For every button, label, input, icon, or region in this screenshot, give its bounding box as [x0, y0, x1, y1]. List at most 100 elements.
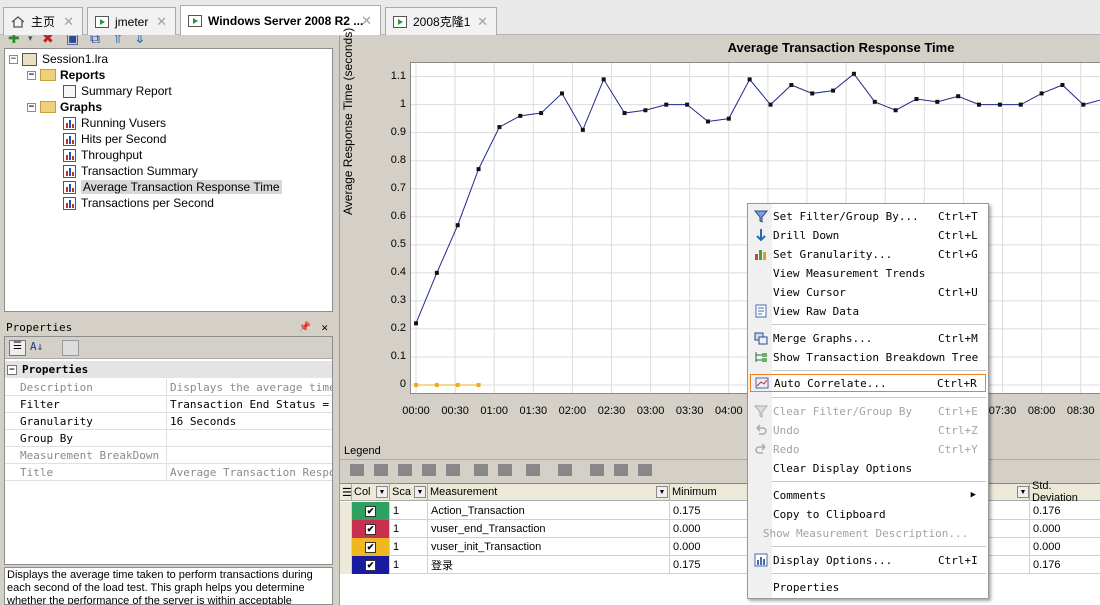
data-point[interactable] — [476, 383, 481, 387]
data-point[interactable] — [935, 99, 940, 104]
properties-section[interactable]: − Properties — [5, 361, 332, 378]
legend-tool-icon[interactable] — [374, 464, 388, 476]
close-icon[interactable]: ✕ — [63, 14, 74, 30]
menu-item-set-filter[interactable]: Set Filter/Group By... Ctrl+T — [750, 207, 986, 225]
menu-item-view-raw-data[interactable]: View Raw Data — [750, 302, 986, 320]
data-point[interactable] — [497, 125, 502, 130]
collapse-icon[interactable]: − — [27, 70, 36, 80]
pin-icon[interactable]: 📌 — [299, 322, 311, 333]
legend-header-std-deviation[interactable]: Std. Deviation — [1030, 480, 1100, 504]
property-row[interactable]: Measurement BreakDown — [5, 446, 332, 464]
sort-alpha-icon[interactable]: A↓ — [30, 340, 43, 353]
legend-header-col[interactable]: Col ▼ — [352, 484, 390, 501]
data-point[interactable] — [872, 99, 877, 104]
menu-item-set-granularity[interactable]: Set Granularity... Ctrl+G — [750, 245, 986, 263]
close-icon[interactable]: ✕ — [321, 321, 328, 334]
data-point[interactable] — [622, 111, 627, 116]
data-point[interactable] — [956, 94, 961, 99]
tab-jmeter[interactable]: jmeter ✕ — [87, 7, 176, 35]
checkbox-icon[interactable]: ✔ — [365, 505, 376, 517]
menu-item-show-description[interactable]: Show Measurement Description... — [750, 524, 986, 542]
close-icon[interactable]: ✕ — [477, 14, 488, 30]
tree-node-graphs[interactable]: − Graphs — [27, 99, 102, 115]
data-point[interactable] — [476, 167, 481, 172]
tree-node-session[interactable]: − Session1.lra — [9, 51, 108, 67]
data-point[interactable] — [518, 113, 523, 118]
data-point[interactable] — [914, 97, 919, 102]
data-point[interactable] — [539, 111, 544, 116]
categorized-icon[interactable]: ☰ — [9, 340, 26, 356]
data-point[interactable] — [414, 321, 418, 326]
tree-node-graph[interactable]: Running Vusers — [63, 115, 166, 131]
data-point[interactable] — [768, 102, 773, 107]
window-icon[interactable]: ▣ — [66, 35, 79, 47]
legend-tool-icon[interactable] — [398, 464, 412, 476]
menu-item-undo[interactable]: Undo Ctrl+Z — [750, 421, 986, 439]
data-point[interactable] — [1018, 102, 1023, 107]
data-point[interactable] — [851, 71, 856, 76]
data-point[interactable] — [831, 88, 836, 93]
close-icon[interactable]: ✕ — [361, 13, 372, 29]
series-color-swatch[interactable]: ✔ — [352, 520, 390, 538]
data-point[interactable] — [789, 83, 794, 88]
tree-node-graph-selected[interactable]: Average Transaction Response Time — [63, 179, 282, 195]
data-point[interactable] — [893, 108, 898, 113]
data-point[interactable] — [434, 383, 439, 387]
tree-node-summary-report[interactable]: Summary Report — [63, 83, 172, 99]
menu-item-drill-down[interactable]: Drill Down Ctrl+L — [750, 226, 986, 244]
add-graph-icon[interactable]: ✚ — [8, 35, 20, 47]
data-point[interactable] — [455, 223, 460, 228]
property-row[interactable]: Title Average Transaction Respons — [5, 463, 332, 481]
menu-item-comments[interactable]: Comments ▶ — [750, 486, 986, 504]
legend-tool-icon[interactable] — [474, 464, 488, 476]
legend-tool-icon[interactable] — [614, 464, 628, 476]
tree-node-graph[interactable]: Transactions per Second — [63, 195, 214, 211]
data-point[interactable] — [434, 270, 439, 275]
tree-node-reports[interactable]: − Reports — [27, 67, 105, 83]
legend-tool-icon[interactable] — [558, 464, 572, 476]
series-color-swatch[interactable]: ✔ — [352, 556, 390, 574]
series-color-swatch[interactable]: ✔ — [352, 538, 390, 556]
legend-tool-icon[interactable] — [590, 464, 604, 476]
data-point[interactable] — [726, 116, 731, 121]
collapse-icon[interactable]: − — [7, 364, 17, 375]
menu-item-view-trends[interactable]: View Measurement Trends — [750, 264, 986, 282]
data-point[interactable] — [997, 102, 1002, 107]
dropdown-icon[interactable]: ▼ — [376, 486, 388, 498]
checkbox-icon[interactable]: ✔ — [365, 559, 376, 571]
menu-item-redo[interactable]: Redo Ctrl+Y — [750, 440, 986, 458]
data-point[interactable] — [664, 102, 669, 107]
collapse-icon[interactable]: − — [9, 54, 18, 64]
legend-tool-icon[interactable] — [422, 464, 436, 476]
dropdown-icon[interactable]: ▼ — [1017, 486, 1029, 498]
checkbox-icon[interactable]: ✔ — [365, 541, 376, 553]
menu-item-copy-clipboard[interactable]: Copy to Clipboard — [750, 505, 986, 523]
dropdown-icon[interactable]: ▾ — [28, 35, 33, 44]
collapse-icon[interactable]: − — [27, 102, 36, 112]
menu-item-display-options[interactable]: Display Options... Ctrl+I — [750, 551, 986, 569]
tab-home[interactable]: 主页 ✕ — [3, 7, 83, 35]
data-point[interactable] — [705, 119, 710, 124]
legend-header-minimum[interactable]: Minimum — [670, 484, 748, 501]
data-point[interactable] — [580, 127, 585, 132]
data-point[interactable] — [1081, 102, 1086, 107]
data-point[interactable] — [977, 102, 982, 107]
menu-item-clear-display-options[interactable]: Clear Display Options — [750, 459, 986, 477]
arrow-up-icon[interactable]: ⇑ — [112, 35, 124, 47]
property-row[interactable]: Group By — [5, 429, 332, 447]
close-icon[interactable]: ✕ — [156, 14, 167, 30]
menu-item-clear-filter[interactable]: Clear Filter/Group By Ctrl+E — [750, 402, 986, 420]
delete-icon[interactable]: ✖ — [42, 35, 54, 47]
tree-node-graph[interactable]: Transaction Summary — [63, 163, 198, 179]
data-point[interactable] — [643, 108, 648, 113]
property-row[interactable]: Granularity 16 Seconds — [5, 412, 332, 430]
menu-item-auto-correlate[interactable]: Auto Correlate... Ctrl+R — [750, 374, 986, 392]
tree-node-graph[interactable]: Hits per Second — [63, 131, 166, 147]
legend-tool-icon[interactable] — [526, 464, 540, 476]
legend-header-measurement[interactable]: Measurement ▼ — [428, 484, 670, 501]
tab-clone[interactable]: 2008克隆1 ✕ — [385, 7, 497, 35]
data-point[interactable] — [1060, 83, 1065, 88]
data-point[interactable] — [810, 91, 815, 96]
series-color-swatch[interactable]: ✔ — [352, 502, 390, 520]
dropdown-icon[interactable]: ▼ — [414, 486, 426, 498]
